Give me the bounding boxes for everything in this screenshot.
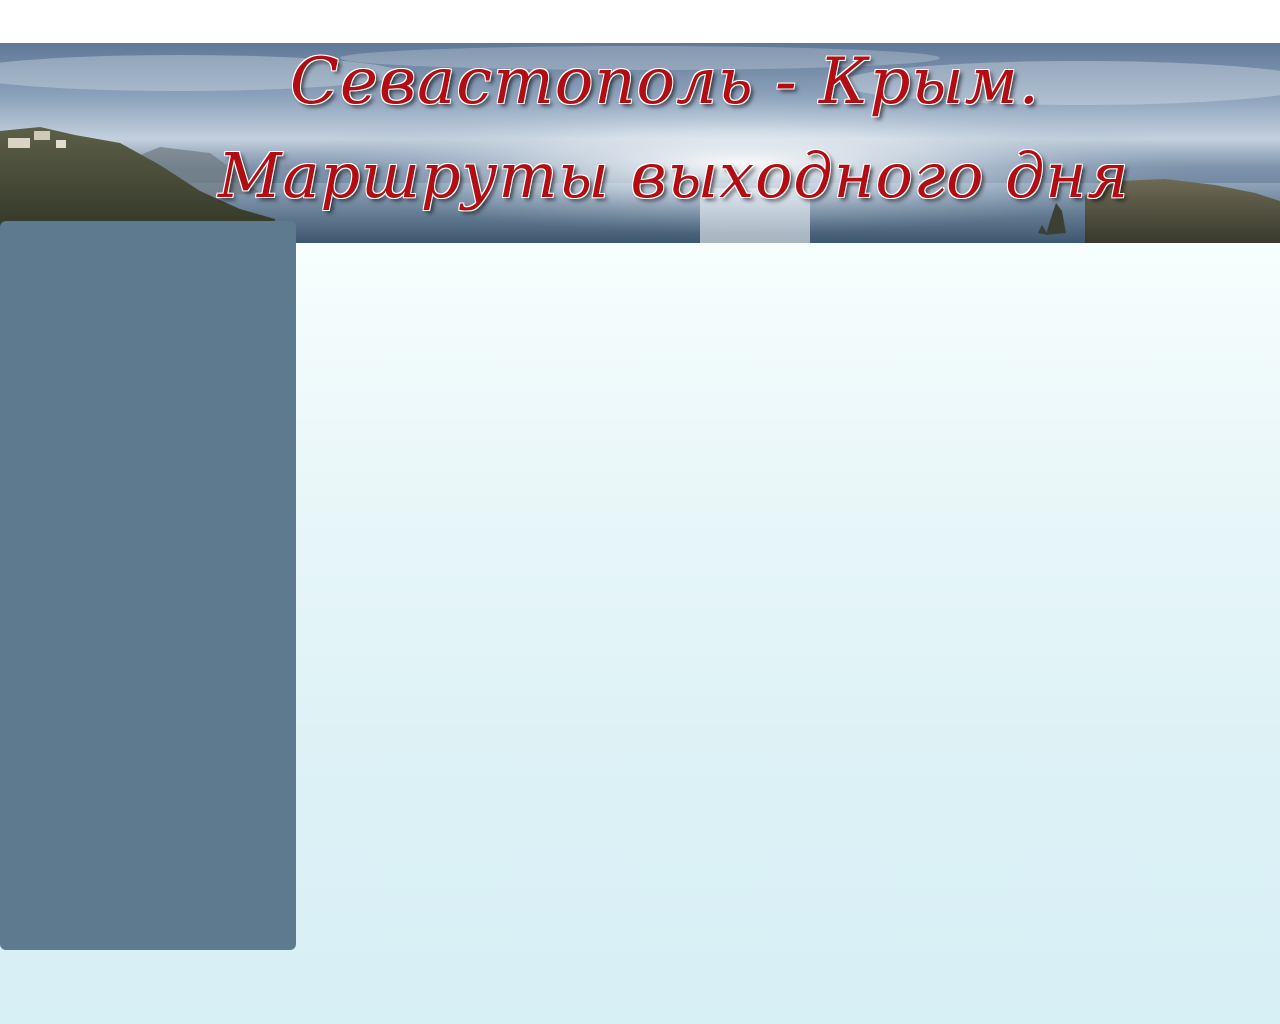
title-line-2: Маршруты выходного дня xyxy=(218,139,1130,212)
header-banner: Севастополь - Крым. Маршруты выходного д… xyxy=(0,43,1280,243)
top-white-strip xyxy=(0,0,1280,43)
left-sidebar xyxy=(0,221,296,950)
title-line-1: Севастополь - Крым. xyxy=(290,45,1040,119)
